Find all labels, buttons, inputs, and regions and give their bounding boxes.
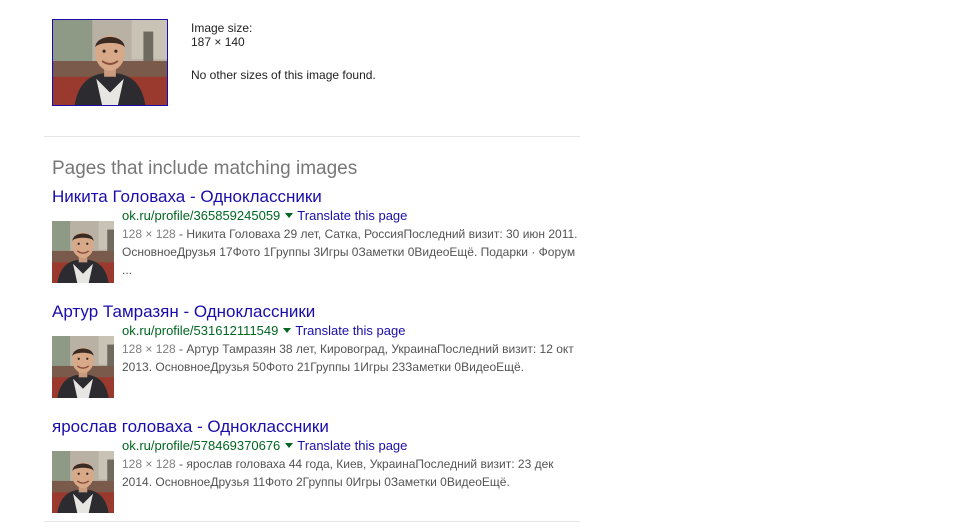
search-result: Артур Тамразян - Одноклассники ok.ru/pro…: [52, 302, 582, 402]
result-body: ok.ru/profile/365859245059 Translate this…: [52, 207, 582, 287]
result-body: ok.ru/profile/578469370676 Translate this…: [52, 437, 582, 517]
translate-link[interactable]: Translate this page: [297, 438, 407, 453]
result-thumbnail[interactable]: [52, 221, 114, 283]
result-url-line: ok.ru/profile/531612111549 Translate this…: [122, 322, 405, 339]
snippet-text: - ярослав головаха 44 года, Киев, Украин…: [122, 457, 554, 489]
no-other-sizes-text: No other sizes of this image found.: [191, 68, 376, 82]
snippet-text: - Никита Головаха 29 лет, Сатка, РоссияП…: [122, 227, 578, 277]
portrait-image: [52, 451, 114, 513]
snippet-dimensions: 128 × 128: [122, 227, 176, 241]
result-url: ok.ru/profile/365859245059: [122, 208, 281, 223]
section-divider: [44, 136, 580, 137]
image-size-info: Image size: 187 × 140 No other sizes of …: [191, 21, 376, 82]
result-thumbnail[interactable]: [52, 336, 114, 398]
portrait-image: [52, 336, 114, 398]
image-size-value: 187 × 140: [191, 35, 245, 49]
caret-down-icon[interactable]: [283, 328, 292, 334]
result-thumbnail[interactable]: [52, 451, 114, 513]
result-url-line: ok.ru/profile/365859245059 Translate this…: [122, 207, 407, 224]
result-url-line: ok.ru/profile/578469370676 Translate this…: [122, 437, 407, 454]
result-snippet: 128 × 128 - ярослав головаха 44 года, Ки…: [122, 455, 582, 491]
portrait-image: [53, 20, 167, 105]
section-divider: [44, 521, 580, 522]
result-url: ok.ru/profile/578469370676: [122, 438, 281, 453]
search-result: Никита Головаха - Одноклассники ok.ru/pr…: [52, 187, 582, 287]
snippet-dimensions: 128 × 128: [122, 457, 176, 471]
result-body: ok.ru/profile/531612111549 Translate this…: [52, 322, 582, 402]
caret-down-icon[interactable]: [285, 443, 294, 449]
result-snippet: 128 × 128 - Никита Головаха 29 лет, Сатк…: [122, 225, 582, 279]
translate-link[interactable]: Translate this page: [297, 208, 407, 223]
snippet-dimensions: 128 × 128: [122, 342, 176, 356]
portrait-image: [52, 221, 114, 283]
result-title-link[interactable]: Никита Головаха - Одноклассники: [52, 187, 582, 207]
result-url: ok.ru/profile/531612111549: [122, 323, 279, 338]
result-title-link[interactable]: Артур Тамразян - Одноклассники: [52, 302, 582, 322]
search-result: ярослав головаха - Одноклассники ok.ru/p…: [52, 417, 582, 517]
section-heading: Pages that include matching images: [52, 158, 358, 179]
result-title-link[interactable]: ярослав головаха - Одноклассники: [52, 417, 582, 437]
caret-down-icon[interactable]: [285, 213, 294, 219]
query-image-thumbnail[interactable]: [52, 19, 168, 106]
image-size-label: Image size:: [191, 21, 253, 35]
snippet-text: - Артур Тамразян 38 лет, Кировоград, Укр…: [122, 342, 574, 374]
result-snippet: 128 × 128 - Артур Тамразян 38 лет, Киров…: [122, 340, 582, 376]
translate-link[interactable]: Translate this page: [295, 323, 405, 338]
